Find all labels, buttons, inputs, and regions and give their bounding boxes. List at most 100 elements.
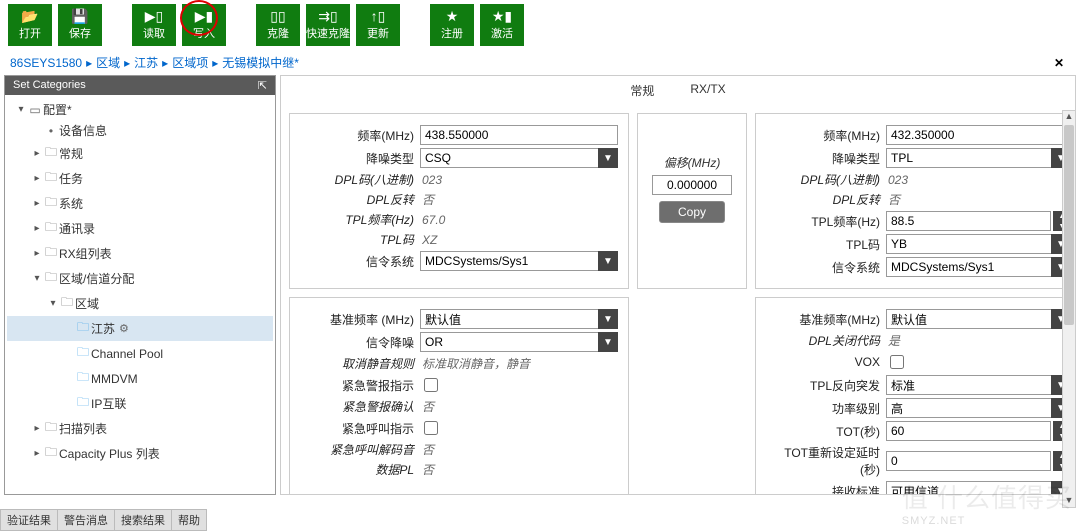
tree-rx-group[interactable]: ▸🗀RX组列表: [7, 241, 273, 266]
tx2-panel: 基准频率(MHz)▼ DPL关闭代码是 VOX TPL反向突发▼ 功率级别▼ T…: [755, 297, 1075, 494]
em-call-checkbox[interactable]: [424, 421, 438, 435]
tree-contacts[interactable]: ▸🗀通讯录: [7, 216, 273, 241]
update-button[interactable]: ↑▯更新: [356, 4, 400, 46]
tree-device-info[interactable]: •设备信息: [7, 120, 273, 141]
admit-label: 接收标准: [766, 483, 886, 495]
tree-jiangsu[interactable]: 🗀江苏⚙: [7, 316, 273, 341]
tx-freq-input[interactable]: [886, 125, 1071, 145]
pin-icon[interactable]: ⇱: [258, 79, 267, 92]
tx-dpl-invert-label: DPL反转: [766, 191, 886, 208]
footer-search[interactable]: 搜索结果: [114, 509, 172, 531]
write-button[interactable]: ▶▮写入: [182, 4, 226, 46]
tpl-rev-select[interactable]: [886, 375, 1051, 395]
rx-dpl-invert-label: DPL反转: [300, 191, 420, 208]
dropdown-icon[interactable]: ▼: [598, 309, 618, 329]
rx2-panel: 基准频率 (MHz)▼ 信令降噪▼ 取消静音规则标准取消静音，静音 紧急警报指示…: [289, 297, 629, 494]
tx-base-freq-label: 基准频率(MHz): [766, 311, 886, 328]
dropdown-icon[interactable]: ▼: [598, 148, 618, 168]
tree-system[interactable]: ▸🗀系统: [7, 191, 273, 216]
tree-scan-list[interactable]: ▸🗀扫描列表: [7, 416, 273, 441]
tx-base-freq-select[interactable]: [886, 309, 1051, 329]
tree-config[interactable]: ▾▭配置*: [7, 99, 273, 120]
tree-mmdvm[interactable]: 🗀MMDVM: [7, 366, 273, 391]
vertical-scrollbar[interactable]: ▲ ▼: [1062, 110, 1076, 508]
tx-signal-select[interactable]: [886, 257, 1051, 277]
rx-dpl-invert-value: 否: [420, 191, 434, 208]
footer-warnings[interactable]: 警告消息: [57, 509, 115, 531]
tx-tpl-code-select[interactable]: [886, 234, 1051, 254]
footer-tabs: 验证结果 警告消息 搜索结果 帮助: [0, 509, 206, 531]
tree-general[interactable]: ▸🗀常规: [7, 141, 273, 166]
folder-icon: 🗀: [75, 318, 91, 339]
rx-tpl-freq-label: TPL频率(Hz): [300, 211, 420, 228]
copy-button[interactable]: Copy: [659, 201, 725, 223]
offset-input[interactable]: [652, 175, 732, 195]
scroll-up-icon[interactable]: ▲: [1063, 111, 1075, 123]
register-button[interactable]: ★注册: [430, 4, 474, 46]
watermark: 值 什么值得买 SMYZ.NET: [902, 478, 1072, 527]
tx-tpl-freq-input[interactable]: [886, 211, 1051, 231]
tx-squelch-label: 降噪类型: [766, 150, 886, 167]
tx-signal-label: 信令系统: [766, 259, 886, 276]
em-indicator-label: 紧急警报指示: [300, 377, 420, 394]
dpl-off-value: 是: [886, 332, 900, 349]
rx-freq-input[interactable]: [420, 125, 618, 145]
footer-help[interactable]: 帮助: [171, 509, 207, 531]
rx-dpl-octal-label: DPL码(八进制): [300, 171, 420, 188]
rx-squelch-select[interactable]: [420, 148, 598, 168]
breadcrumb: 86SEYS1580▸ 区域▸ 江苏▸ 区域项▸ 无锡模拟中继* ✕: [0, 50, 1080, 75]
tot-label: TOT(秒): [766, 423, 886, 440]
tx-dpl-octal-label: DPL码(八进制): [766, 171, 886, 188]
write-icon: ▶▮: [195, 9, 213, 23]
power-select[interactable]: [886, 398, 1051, 418]
folder-icon: 🗀: [75, 368, 91, 389]
base-freq-select[interactable]: [420, 309, 598, 329]
data-pl-value: 否: [420, 461, 434, 478]
sidebar: Set Categories ⇱ ▾▭配置* •设备信息 ▸🗀常规 ▸🗀任务 ▸…: [4, 75, 276, 495]
footer-validate[interactable]: 验证结果: [0, 509, 58, 531]
folder-open-icon: 📂: [21, 9, 38, 23]
read-button[interactable]: ▶▯读取: [132, 4, 176, 46]
tab-rxtx[interactable]: RX/TX: [684, 80, 731, 101]
tx-squelch-select[interactable]: [886, 148, 1051, 168]
tree-zone-alloc[interactable]: ▾🗀区域/信道分配: [7, 266, 273, 291]
dropdown-icon[interactable]: ▼: [598, 251, 618, 271]
breadcrumb-root[interactable]: 86SEYS1580: [10, 56, 82, 70]
unmute-rule-value: 标准取消静音，静音: [420, 355, 530, 372]
open-button[interactable]: 📂打开: [8, 4, 52, 46]
main-toolbar: 📂打开 💾保存 ▶▯读取 ▶▮写入 ▯▯克隆 ⇉▯快速克隆 ↑▯更新 ★注册 ★…: [0, 0, 1080, 50]
gear-icon[interactable]: ⚙: [119, 322, 129, 335]
breadcrumb-jiangsu[interactable]: 江苏: [134, 54, 158, 71]
tree-zone[interactable]: ▾🗀区域: [7, 291, 273, 316]
rx-tpl-code-label: TPL码: [300, 231, 420, 248]
fast-clone-button[interactable]: ⇉▯快速克隆: [306, 4, 350, 46]
vox-checkbox[interactable]: [890, 355, 904, 369]
tree-ip-inter[interactable]: 🗀IP互联: [7, 391, 273, 416]
save-button[interactable]: 💾保存: [58, 4, 102, 46]
close-tab-button[interactable]: ✕: [1048, 56, 1070, 70]
breadcrumb-zoneitem[interactable]: 区域项: [172, 54, 208, 71]
tree-task[interactable]: ▸🗀任务: [7, 166, 273, 191]
breadcrumb-current: 无锡模拟中继*: [222, 54, 299, 71]
scrollbar-thumb[interactable]: [1064, 125, 1074, 325]
tot-reset-label: TOT重新设定延时(秒): [766, 444, 886, 478]
tree-channel-pool[interactable]: 🗀Channel Pool: [7, 341, 273, 366]
activate-button[interactable]: ★▮激活: [480, 4, 524, 46]
em-indicator-checkbox[interactable]: [424, 378, 438, 392]
tab-bar: 常规 RX/TX: [281, 76, 1075, 105]
tot-input[interactable]: [886, 421, 1051, 441]
dropdown-icon[interactable]: ▼: [598, 332, 618, 352]
sidebar-header: Set Categories ⇱: [5, 76, 275, 95]
star-lock-icon: ★▮: [492, 9, 512, 23]
sig-squelch-select[interactable]: [420, 332, 598, 352]
content-area: 常规 RX/TX 频率(MHz) 降噪类型▼ DPL码(八进制)023 DPL反…: [280, 75, 1076, 495]
rx-signal-select[interactable]: [420, 251, 598, 271]
update-icon: ↑▯: [371, 9, 386, 23]
tree-capacity-plus[interactable]: ▸🗀Capacity Plus 列表: [7, 441, 273, 466]
clone-button[interactable]: ▯▯克隆: [256, 4, 300, 46]
tot-reset-input[interactable]: [886, 451, 1051, 471]
tab-general[interactable]: 常规: [624, 80, 660, 101]
unmute-rule-label: 取消静音规则: [300, 355, 420, 372]
breadcrumb-zone[interactable]: 区域: [96, 54, 120, 71]
rx-panel: 频率(MHz) 降噪类型▼ DPL码(八进制)023 DPL反转否 TPL频率(…: [289, 113, 629, 289]
